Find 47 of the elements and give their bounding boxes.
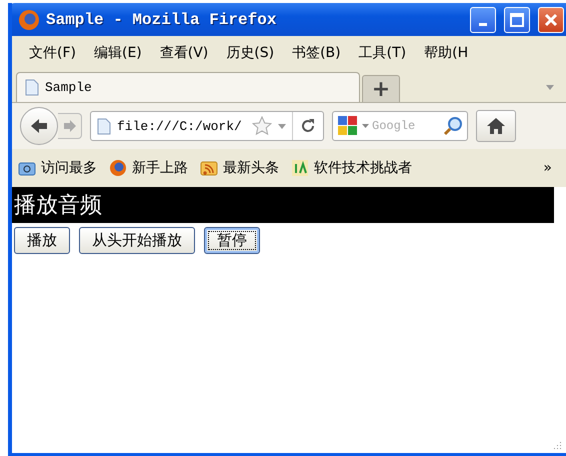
window-title: Sample - Mozilla Firefox [46, 10, 278, 28]
folder-icon [18, 160, 36, 176]
back-arrow-icon [29, 117, 49, 135]
page-heading: 播放音频 [12, 187, 554, 223]
menu-item[interactable]: 书签(B) [283, 44, 350, 62]
dropdown-icon[interactable] [278, 124, 286, 128]
home-button[interactable] [476, 110, 516, 142]
home-icon [486, 117, 506, 135]
page-button[interactable]: 暂停 [204, 227, 260, 254]
firefox-icon [18, 8, 40, 30]
reload-icon [300, 118, 316, 134]
search-placeholder: Google [372, 119, 416, 133]
bookmark[interactable]: 新手上路 [107, 159, 190, 177]
bookmark[interactable]: 最新头条 [198, 159, 281, 177]
bookmark[interactable]: 访问最多 [16, 159, 99, 177]
menu-item[interactable]: 历史(S) [217, 44, 284, 62]
maximize-icon [510, 12, 524, 26]
star-icon[interactable] [252, 116, 272, 136]
page-icon [25, 79, 39, 96]
new-tab-button[interactable]: + [362, 75, 400, 102]
minimize-icon [479, 23, 487, 26]
search-icon[interactable] [443, 116, 463, 136]
page-button[interactable]: 从头开始播放 [79, 227, 195, 254]
more-bookmarks-button[interactable]: » [543, 160, 552, 176]
address-text: file:///C:/work/ [117, 118, 243, 134]
menu-item[interactable]: 帮助(H [415, 44, 478, 62]
page-icon [97, 118, 111, 134]
close-button[interactable] [538, 6, 564, 32]
resize-grip-icon[interactable] [552, 441, 562, 451]
feed-icon [200, 160, 218, 176]
menu-item[interactable]: 查看(V) [150, 44, 218, 62]
dropdown-icon[interactable] [362, 124, 369, 128]
tab-label: Sample [45, 80, 92, 95]
menu-item[interactable]: 编辑(E) [84, 44, 151, 62]
menu-item[interactable]: 工具(T) [350, 44, 416, 62]
site-icon [291, 159, 309, 177]
page-button[interactable]: 播放 [14, 227, 70, 254]
browser-tab[interactable]: Sample [16, 72, 360, 102]
menu-item[interactable]: 文件(F) [20, 44, 85, 62]
firefox-icon [109, 159, 127, 177]
back-button[interactable] [20, 107, 58, 145]
address-field[interactable]: file:///C:/work/ [90, 111, 324, 141]
close-icon [544, 12, 558, 26]
bookmark[interactable]: 软件技术挑战者 [289, 159, 414, 177]
maximize-button[interactable] [504, 6, 530, 32]
forward-arrow-icon [62, 119, 76, 133]
minimize-button[interactable] [470, 6, 496, 32]
